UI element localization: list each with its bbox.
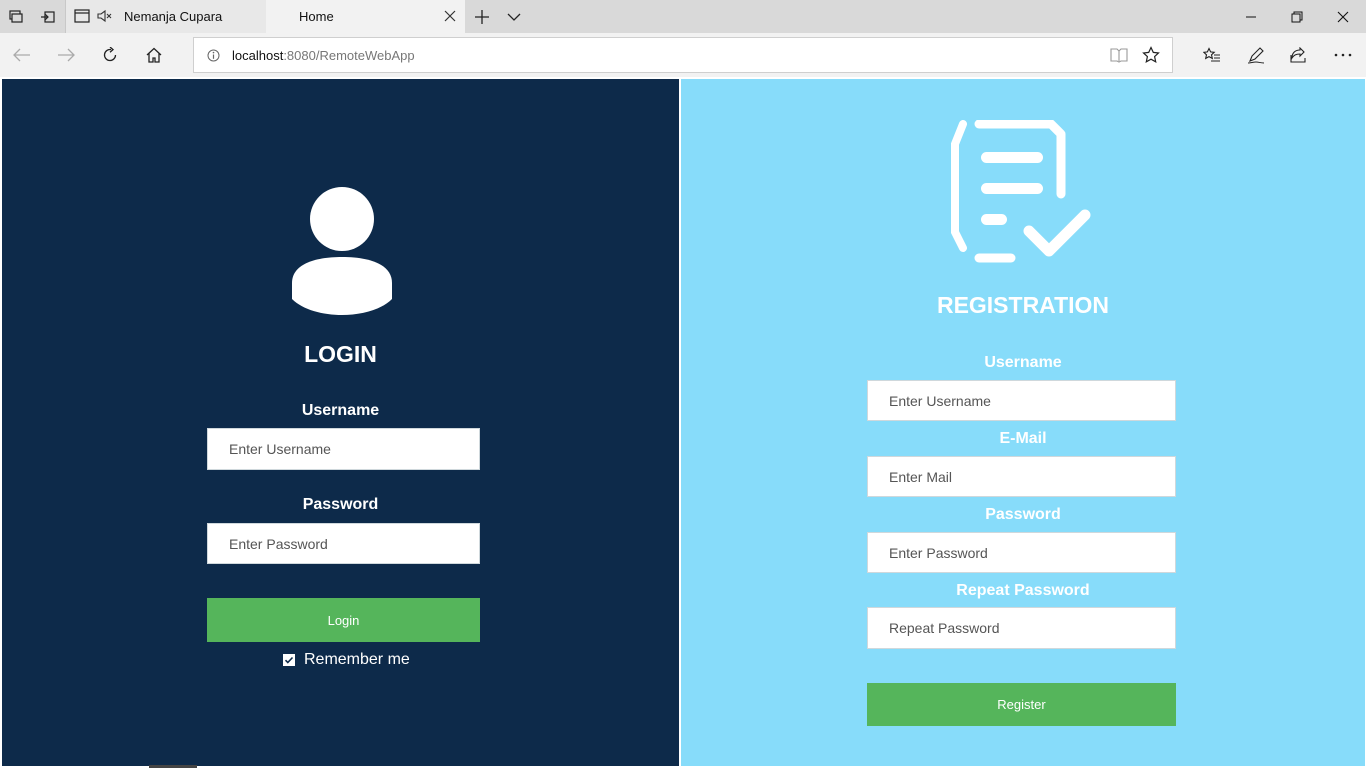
refresh-icon[interactable] [88, 33, 132, 77]
more-icon[interactable] [1321, 33, 1365, 77]
address-bar[interactable]: localhost:8080/RemoteWebApp [193, 37, 1173, 73]
register-button[interactable]: Register [867, 683, 1176, 726]
restore-icon[interactable] [1274, 0, 1320, 33]
browser-tab-strip: Nemanja Cupara Home [0, 0, 1366, 33]
new-tab-icon[interactable] [466, 0, 498, 33]
reg-username-label: Username [984, 354, 1062, 371]
reg-repeat-password-input[interactable] [867, 607, 1176, 649]
tab-nemanja-cupara[interactable]: Nemanja Cupara [65, 0, 266, 33]
login-panel: LOGIN Username Password Login Remember m… [2, 79, 679, 768]
tab-home[interactable]: Home [266, 0, 465, 33]
tab-list-chevron-icon[interactable] [498, 0, 530, 33]
tab-page-icon [74, 9, 90, 26]
reg-repeat-password-label: Repeat Password [956, 582, 1090, 599]
checkmark-icon [284, 656, 294, 664]
reading-view-icon[interactable] [1110, 47, 1128, 68]
tab-actions-icon[interactable] [0, 0, 32, 33]
registration-title: REGISTRATION [936, 292, 1110, 318]
pen-icon[interactable] [1234, 33, 1278, 77]
minimize-icon[interactable] [1228, 0, 1274, 33]
reg-password-label: Password [985, 506, 1061, 523]
page-content: LOGIN Username Password Login Remember m… [0, 77, 1366, 768]
favorites-hub-icon[interactable] [1190, 33, 1234, 77]
reg-email-input[interactable] [867, 456, 1176, 497]
site-info-icon[interactable] [207, 49, 220, 67]
login-username-input[interactable] [207, 428, 480, 470]
remember-me[interactable]: Remember me [283, 651, 410, 669]
tab-title: Home [299, 9, 334, 24]
login-password-input[interactable] [207, 523, 480, 564]
reg-username-input[interactable] [867, 380, 1176, 421]
url-text: localhost:8080/RemoteWebApp [232, 48, 415, 63]
window-close-icon[interactable] [1320, 0, 1366, 33]
remember-me-label: Remember me [304, 651, 410, 668]
forward-icon[interactable] [44, 33, 88, 77]
reg-password-input[interactable] [867, 532, 1176, 573]
login-button[interactable]: Login [207, 598, 480, 642]
back-icon[interactable] [0, 33, 44, 77]
home-icon[interactable] [132, 33, 176, 77]
login-password-label: Password [302, 496, 379, 513]
reg-email-label: E-Mail [999, 430, 1047, 447]
muted-speaker-icon[interactable] [97, 9, 113, 26]
registration-panel: REGISTRATION Username E-Mail Password Re… [681, 79, 1365, 766]
remember-me-checkbox[interactable] [283, 654, 295, 666]
registration-form-icon [951, 120, 1091, 263]
login-username-label: Username [301, 402, 380, 419]
user-icon [292, 187, 392, 315]
close-icon[interactable] [443, 9, 457, 23]
favorite-star-icon[interactable] [1142, 46, 1160, 69]
login-title: LOGIN [304, 341, 377, 367]
share-icon[interactable] [1277, 33, 1321, 77]
set-aside-tabs-icon[interactable] [32, 0, 64, 33]
tab-title: Nemanja Cupara [124, 9, 223, 24]
browser-nav-bar: localhost:8080/RemoteWebApp [0, 33, 1366, 77]
